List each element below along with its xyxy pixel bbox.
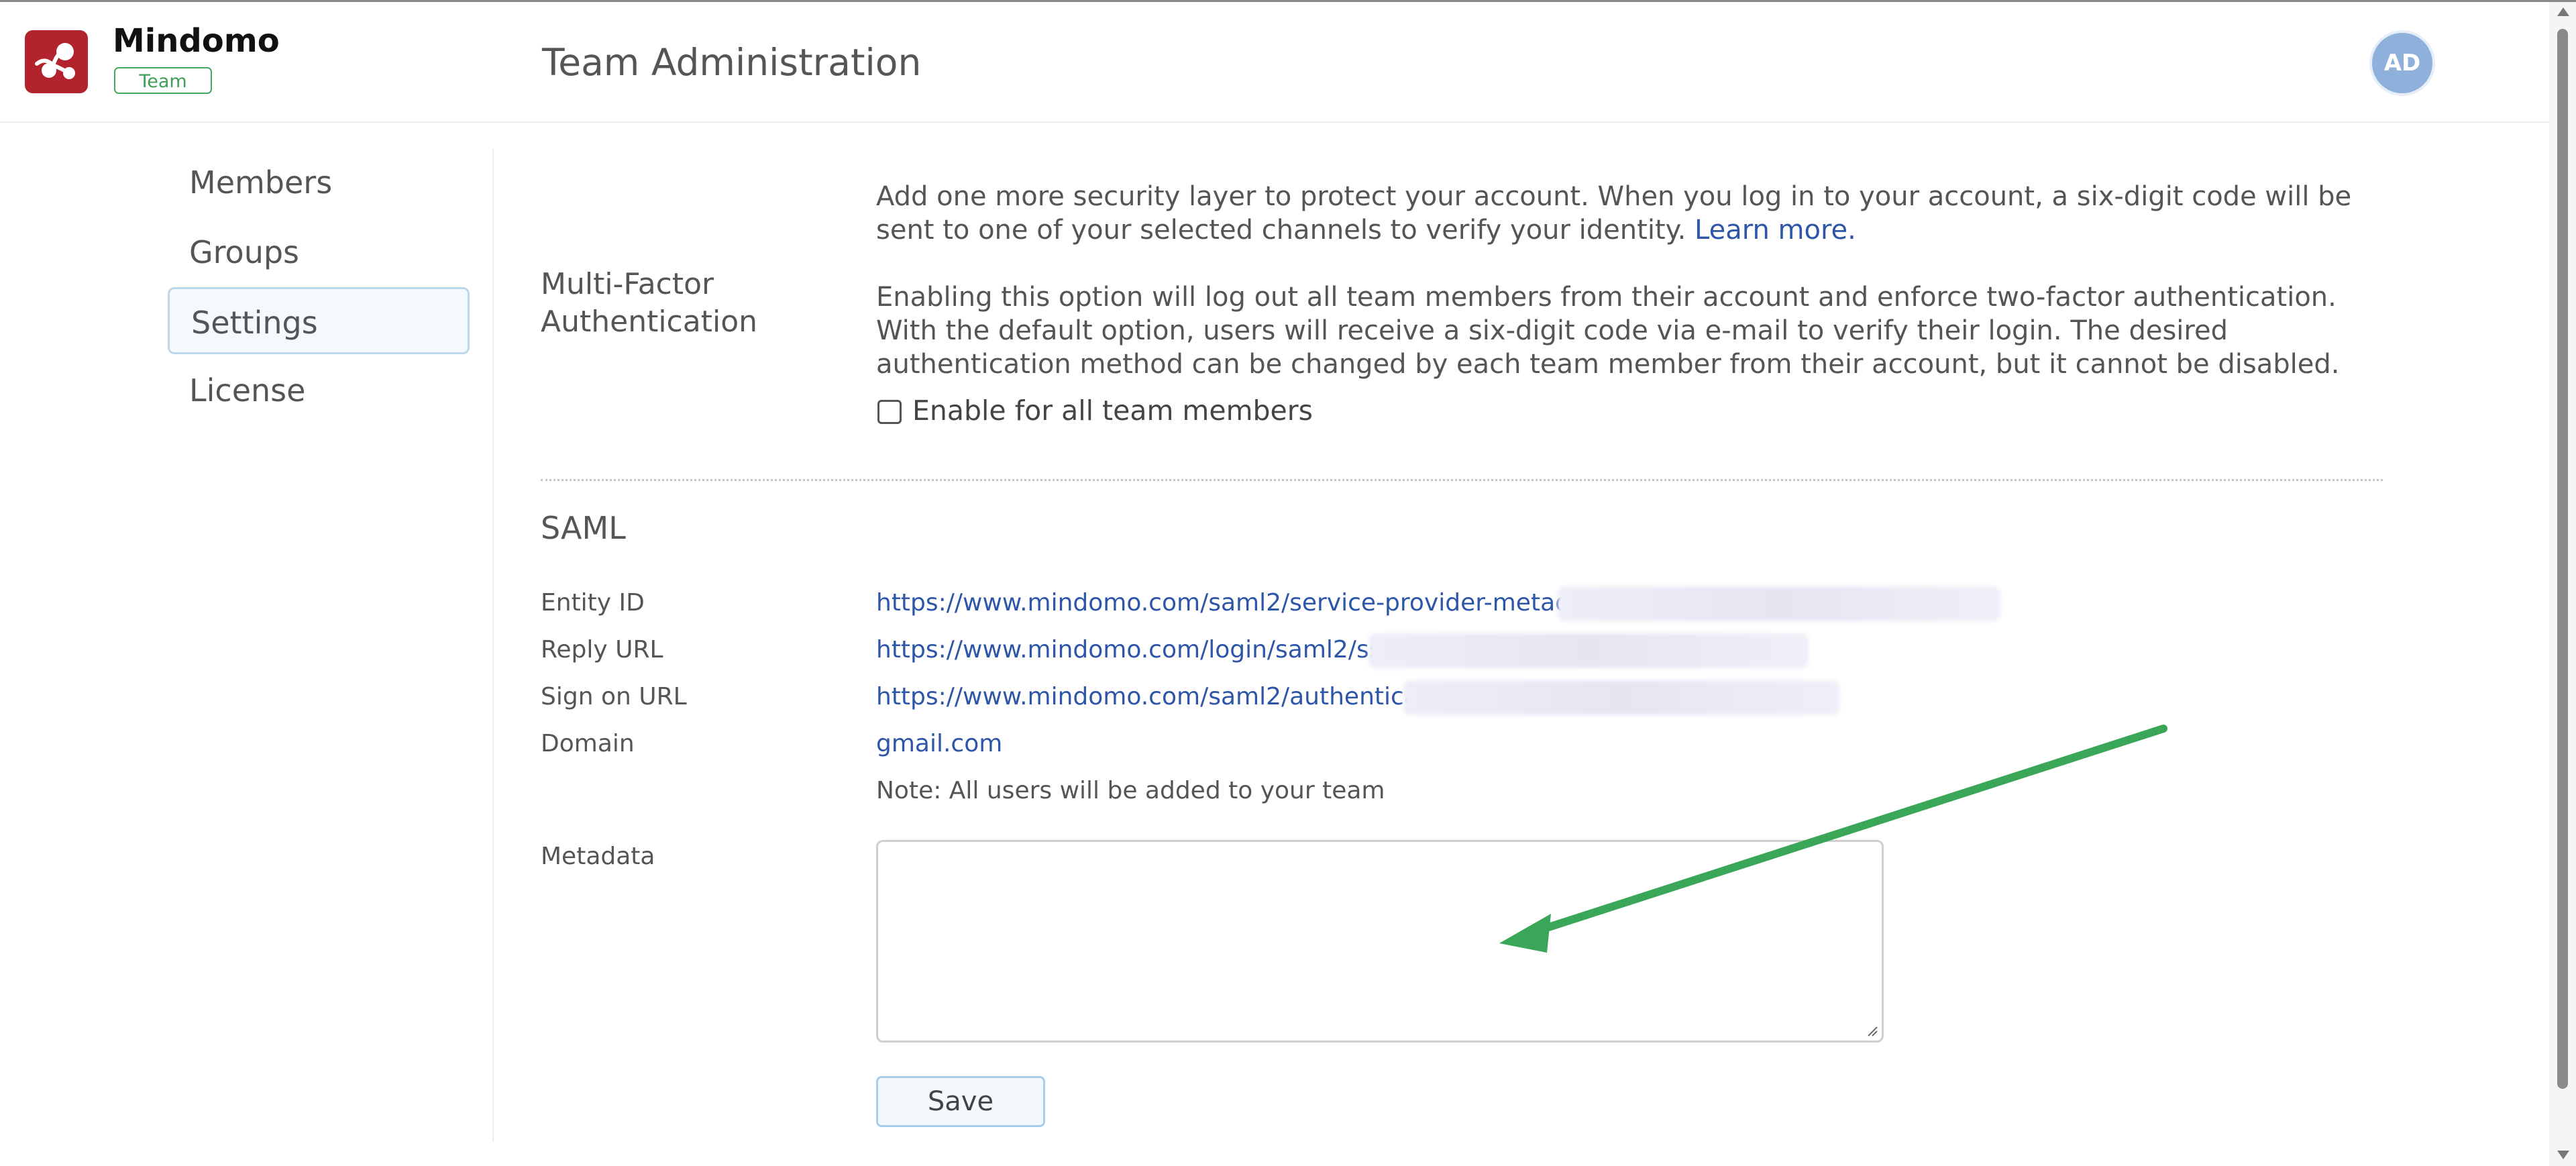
green-arrow-annotation <box>1499 725 2167 953</box>
